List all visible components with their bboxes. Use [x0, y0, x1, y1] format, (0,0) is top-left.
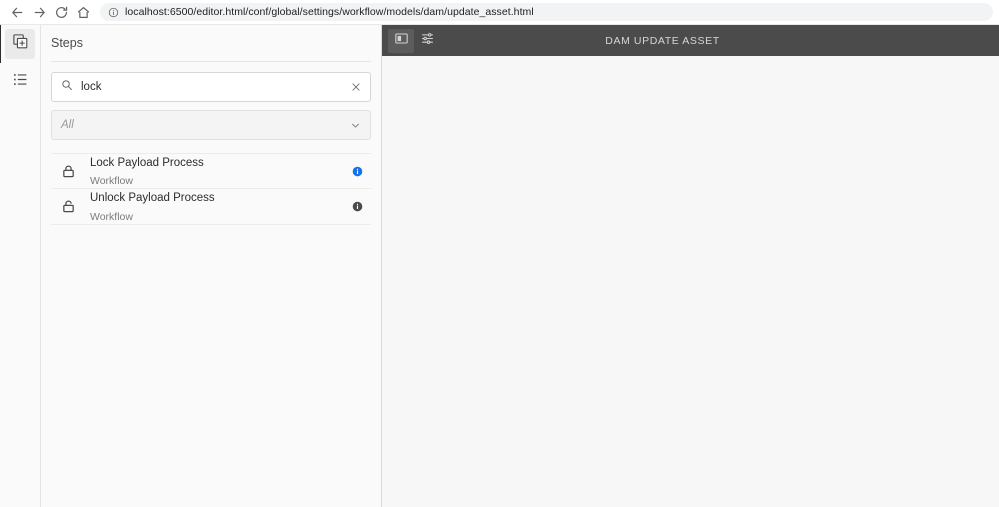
chevron-down-icon: [350, 120, 361, 131]
info-icon[interactable]: [352, 166, 363, 177]
search-input[interactable]: lock: [51, 72, 371, 102]
browser-toolbar: localhost:6500/editor.html/conf/global/s…: [0, 0, 999, 25]
close-icon[interactable]: [351, 82, 361, 92]
sliders-icon: [420, 31, 435, 51]
properties-rail-button[interactable]: [5, 67, 35, 97]
reload-button[interactable]: [50, 1, 72, 23]
search-input-value: lock: [81, 81, 343, 93]
list-item-title: Unlock Payload Process: [90, 192, 215, 204]
side-panel-icon: [394, 31, 409, 51]
url-text: localhost:6500/editor.html/conf/global/s…: [125, 6, 534, 18]
list-item-subtitle: Workflow: [90, 175, 133, 187]
address-bar[interactable]: localhost:6500/editor.html/conf/global/s…: [100, 3, 993, 21]
search-icon: [61, 78, 73, 96]
list-item-subtitle: Workflow: [90, 211, 133, 223]
list-icon: [12, 71, 29, 93]
workflow-canvas[interactable]: Flow Start Continue updating? Un Unarchi…: [382, 56, 999, 507]
steps-panel-title: Steps: [41, 25, 381, 61]
properties-toggle-button[interactable]: [414, 29, 440, 53]
steps-panel: Steps lock All: [41, 25, 382, 507]
info-circle-icon: [108, 7, 119, 18]
lock-open-icon: [57, 199, 79, 214]
side-panel-toggle-button[interactable]: [388, 29, 414, 53]
info-icon[interactable]: [352, 201, 363, 212]
list-item-title: Lock Payload Process: [90, 157, 204, 169]
list-item-text: Lock Payload Process Workflow: [90, 153, 341, 190]
app-shell: Steps lock All: [0, 25, 999, 507]
add-card-icon: [12, 33, 29, 55]
category-filter-value: All: [61, 119, 350, 131]
home-button[interactable]: [72, 1, 94, 23]
steps-panel-body: lock All: [41, 62, 381, 235]
workflow-title: DAM UPDATE ASSET: [440, 35, 995, 47]
category-filter-select[interactable]: All: [51, 110, 371, 140]
lock-closed-icon: [57, 164, 79, 179]
steps-results-list: Lock Payload Process Workflow: [51, 153, 371, 225]
forward-button[interactable]: [28, 1, 50, 23]
back-button[interactable]: [6, 1, 28, 23]
steps-rail-button[interactable]: [5, 29, 35, 59]
workflow-canvas-area: DAM UPDATE ASSET Flow Start: [382, 25, 999, 507]
list-item[interactable]: Lock Payload Process Workflow: [51, 153, 371, 189]
left-rail: [0, 25, 41, 507]
list-item[interactable]: Unlock Payload Process Workflow: [51, 189, 371, 225]
list-item-text: Unlock Payload Process Workflow: [90, 188, 341, 225]
canvas-header: DAM UPDATE ASSET: [382, 25, 999, 56]
